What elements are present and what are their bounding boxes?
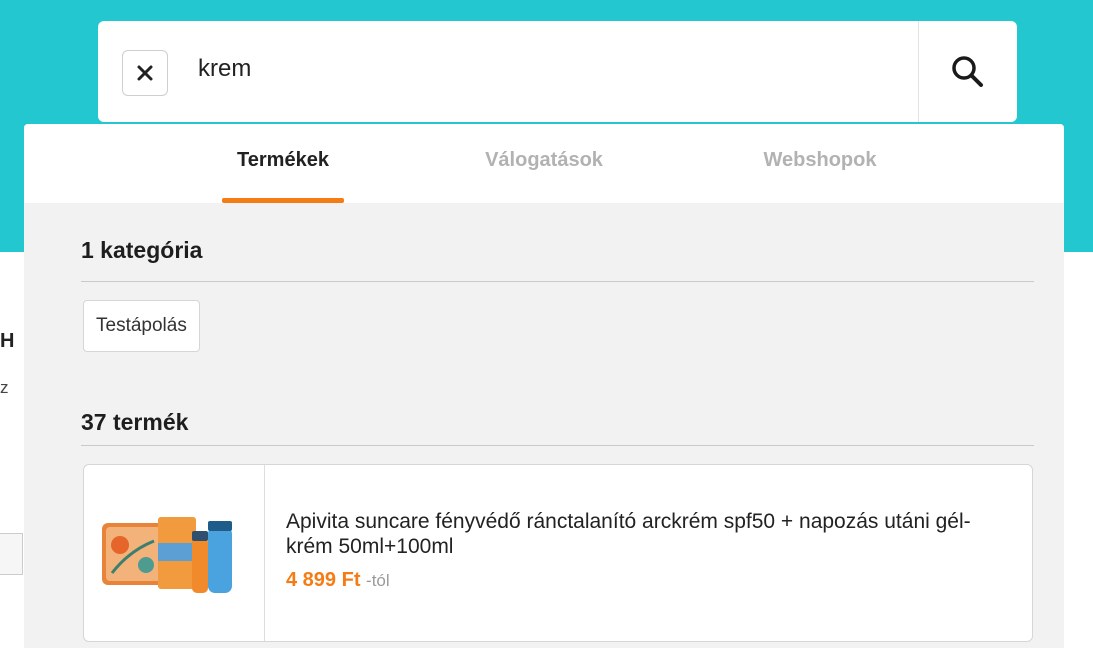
search-results-dropdown: Termékek Válogatások Webshopok 1 kategór… bbox=[24, 124, 1064, 648]
search-input[interactable]: krem bbox=[198, 55, 251, 83]
section-divider bbox=[81, 445, 1034, 446]
category-chip[interactable]: Testápolás bbox=[83, 300, 200, 352]
close-icon bbox=[137, 65, 153, 81]
background-text-fragment: H bbox=[0, 330, 15, 352]
search-button[interactable] bbox=[919, 21, 1017, 122]
section-divider bbox=[81, 281, 1034, 282]
product-name[interactable]: Apivita suncare fényvédő ránctalanító ar… bbox=[286, 509, 1006, 559]
product-image bbox=[84, 465, 265, 641]
search-bar: krem bbox=[98, 21, 1017, 122]
background-box-fragment bbox=[0, 533, 23, 575]
product-price: 4 899 Ft bbox=[286, 569, 361, 591]
active-tab-indicator bbox=[222, 198, 344, 203]
products-heading: 37 termék bbox=[81, 409, 189, 435]
product-card[interactable]: Apivita suncare fényvédő ránctalanító ar… bbox=[83, 464, 1033, 642]
search-icon bbox=[952, 55, 983, 87]
price-suffix: -tól bbox=[366, 571, 390, 590]
background-text-fragment: z bbox=[0, 378, 9, 397]
product-price-line: 4 899 Ft -tól bbox=[286, 569, 390, 592]
tab-collections[interactable]: Válogatások bbox=[485, 149, 603, 172]
tab-products[interactable]: Termékek bbox=[237, 149, 329, 172]
categories-heading: 1 kategória bbox=[81, 237, 203, 263]
results-tabs: Termékek Válogatások Webshopok bbox=[24, 124, 1064, 203]
tab-webshops[interactable]: Webshopok bbox=[764, 149, 877, 172]
clear-search-button[interactable] bbox=[122, 50, 168, 96]
